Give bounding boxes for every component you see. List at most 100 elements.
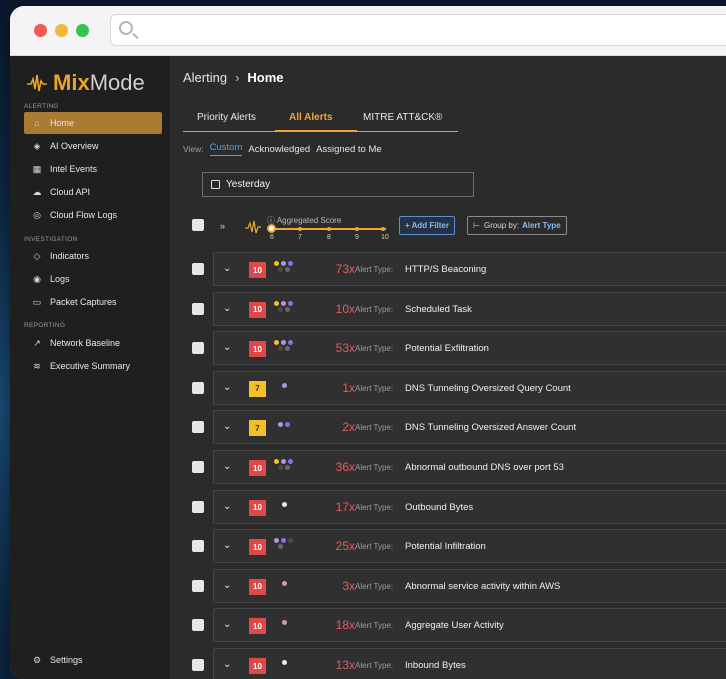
score-slider[interactable] (267, 224, 386, 233)
alert-row-checkbox[interactable] (192, 421, 204, 434)
layers-icon: ≋ (33, 360, 41, 371)
alert-row-checkbox[interactable] (192, 302, 204, 315)
main-content: Alerting › Home Priority Alerts All Alerts… (170, 56, 726, 679)
slider-tick (327, 227, 331, 231)
source-dot (278, 346, 283, 352)
tab-all-alerts[interactable]: All Alerts (289, 112, 333, 123)
source-dot (288, 261, 293, 266)
chevron-down-icon[interactable]: ⌄ (223, 382, 231, 393)
sidebar-item-network-baseline[interactable]: ↗ Network Baseline (24, 332, 162, 354)
packet-icon: ▭ (32, 296, 42, 307)
close-window-button[interactable] (34, 24, 47, 37)
add-filter-button[interactable]: + Add Filter (399, 216, 455, 235)
sidebar-item-label: Packet Captures (50, 297, 117, 307)
alert-card[interactable]: ⌄ 10 36x Alert Type: Abnormal outbound DNS o… (213, 450, 726, 484)
sidebar-item-label: AI Overview (50, 141, 99, 151)
sidebar-item-cloud-flow-logs[interactable]: ◎ Cloud Flow Logs (24, 204, 162, 226)
grid-icon: ▦ (32, 163, 42, 174)
sidebar-item-label: Executive Summary (50, 361, 131, 371)
score-slider-handle[interactable] (267, 224, 276, 233)
source-dots (274, 419, 300, 437)
sidebar-item-intel-events[interactable]: ▦ Intel Events (24, 158, 162, 180)
alert-card[interactable]: ⌄ 10 17x Alert Type: Outbound Bytes (213, 489, 726, 524)
date-range-select[interactable]: Yesterday (202, 172, 474, 197)
breadcrumb-parent[interactable]: Alerting (183, 70, 227, 85)
sidebar-item-indicators[interactable]: ◇ Indicators (24, 245, 162, 267)
alert-row-checkbox[interactable] (192, 540, 204, 553)
alert-card[interactable]: ⌄ 7 2x Alert Type: DNS Tunneling Oversized A… (213, 410, 726, 445)
source-dot (285, 267, 290, 272)
alert-card[interactable]: ⌄ 10 3x Alert Type: Abnormal service activit… (213, 568, 726, 603)
alert-row-checkbox[interactable] (192, 381, 204, 394)
sidebar-item-home[interactable]: ⌂ Home (24, 112, 162, 134)
chevron-down-icon[interactable]: ⌄ (223, 659, 231, 670)
group-by-button[interactable]: ⊢ Group by: Alert Type (467, 216, 567, 235)
search-icon (119, 21, 133, 35)
alert-row-checkbox[interactable] (192, 579, 204, 592)
alert-row-checkbox[interactable] (192, 461, 204, 473)
alert-row-checkbox[interactable] (192, 659, 204, 671)
sidebar-item-label: Cloud Flow Logs (50, 210, 118, 220)
minimize-window-button[interactable] (55, 24, 68, 37)
view-label: View: (183, 144, 204, 154)
alert-type-value: HTTP/S Beaconing (405, 264, 487, 275)
alert-card[interactable]: ⌄ 10 10x Alert Type: Scheduled Task (213, 291, 726, 326)
source-dot (274, 300, 279, 306)
severity-badge: 10 (249, 618, 266, 635)
chevron-down-icon[interactable]: ⌄ (223, 263, 231, 274)
view-option-custom[interactable]: Custom (209, 142, 243, 156)
alert-type-value: Aggregate User Activity (405, 620, 504, 632)
source-dot (288, 459, 293, 464)
source-dot (281, 261, 286, 266)
source-dot (282, 382, 287, 388)
alert-row: ⌄ 10 73x Alert Type: HTTP/S Beaconing (183, 252, 726, 286)
chevron-down-icon[interactable]: ⌄ (223, 501, 231, 512)
alert-row-checkbox[interactable] (192, 500, 204, 513)
maximize-window-button[interactable] (76, 24, 89, 37)
alert-card[interactable]: ⌄ 10 13x Alert Type: Inbound Bytes (213, 648, 726, 679)
group-by-value: Alert Type (522, 221, 561, 230)
logo[interactable]: Mix Mode (26, 68, 145, 98)
alert-row-checkbox[interactable] (192, 342, 204, 355)
sidebar-item-cloud-api[interactable]: ☁ Cloud API (24, 181, 162, 203)
tab-mitre-attack[interactable]: MITRE ATT&CK® (363, 112, 442, 123)
view-option-assigned[interactable]: Assigned to Me (316, 144, 381, 155)
chevron-down-icon[interactable]: ⌄ (223, 461, 231, 472)
source-dot (282, 580, 287, 586)
severity-badge: 10 (249, 262, 266, 278)
alert-row-checkbox[interactable] (192, 619, 204, 632)
alert-card[interactable]: ⌄ 10 53x Alert Type: Potential Exfiltration (213, 331, 726, 366)
alert-count: 73x (335, 262, 355, 276)
sidebar-item-ai-overview[interactable]: ◈ AI Overview (24, 135, 162, 157)
sidebar-item-logs[interactable]: ◉ Logs (24, 268, 162, 290)
brand-mix: Mix (53, 70, 90, 95)
select-all-checkbox[interactable] (192, 219, 204, 231)
chevron-down-icon[interactable]: ⌄ (223, 303, 231, 314)
alert-type-value: Potential Infiltration (405, 541, 486, 553)
chevron-down-icon[interactable]: ⌄ (223, 421, 231, 432)
view-option-acknowledged[interactable]: Acknowledged (248, 144, 310, 155)
expand-all-icon[interactable]: » (220, 221, 225, 231)
chevron-down-icon[interactable]: ⌄ (223, 540, 231, 551)
alert-card[interactable]: ⌄ 7 1x Alert Type: DNS Tunneling Oversized Q… (213, 370, 726, 405)
cloud-icon: ☁ (32, 186, 42, 197)
alert-card[interactable]: ⌄ 10 18x Alert Type: Aggregate User Activity (213, 608, 726, 643)
alert-row-checkbox[interactable] (192, 263, 204, 275)
address-bar[interactable] (110, 14, 726, 46)
chevron-down-icon[interactable]: ⌄ (223, 619, 231, 630)
alert-card[interactable]: ⌄ 10 73x Alert Type: HTTP/S Beaconing (213, 252, 726, 286)
alert-type-label: Alert Type: (355, 383, 394, 393)
chevron-down-icon[interactable]: ⌄ (223, 342, 231, 353)
source-dot (288, 340, 293, 346)
sidebar-item-settings[interactable]: ⚙ Settings (24, 649, 162, 671)
alert-card[interactable]: ⌄ 10 25x Alert Type: Potential Infiltration (213, 529, 726, 564)
source-dots (274, 459, 300, 477)
tab-priority-alerts[interactable]: Priority Alerts (197, 112, 256, 123)
sidebar-item-label: Logs (50, 274, 70, 284)
source-dot (274, 340, 279, 346)
sidebar-item-executive-summary[interactable]: ≋ Executive Summary (24, 355, 162, 377)
alert-type-label: Alert Type: (355, 581, 394, 591)
sidebar-item-packet-captures[interactable]: ▭ Packet Captures (24, 291, 162, 313)
score-wave-icon (245, 220, 261, 234)
chevron-down-icon[interactable]: ⌄ (223, 580, 231, 591)
